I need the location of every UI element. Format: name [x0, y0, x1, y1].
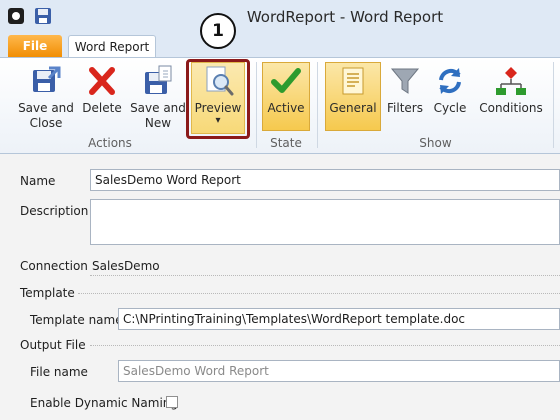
delete-label: Delete — [82, 101, 122, 115]
general-button[interactable]: General — [325, 64, 381, 116]
tab-word-report[interactable]: Word Report — [68, 35, 156, 59]
conditions-flowchart-icon — [496, 67, 526, 95]
template-name-label: Template name — [30, 313, 123, 327]
group-label-actions: Actions — [88, 136, 132, 150]
funnel-icon — [390, 68, 420, 94]
active-button[interactable]: Active — [262, 64, 310, 116]
output-file-section-divider — [90, 345, 560, 346]
output-file-section-title: Output File — [20, 338, 86, 352]
template-section-title: Template — [20, 286, 75, 300]
group-label-show: Show — [419, 136, 452, 150]
name-label: Name — [20, 174, 56, 188]
connection-value[interactable]: SalesDemo — [92, 259, 160, 273]
connection-label: Connection — [20, 259, 88, 273]
general-document-icon — [342, 67, 364, 95]
description-field[interactable] — [90, 199, 560, 245]
save-new-label-1: Save and — [130, 101, 186, 115]
template-section-divider — [78, 293, 560, 294]
save-and-new-button[interactable]: Save and New — [128, 64, 188, 131]
group-separator — [256, 62, 257, 148]
conditions-button[interactable]: Conditions — [476, 64, 546, 116]
filters-button[interactable]: Filters — [383, 64, 427, 116]
save-close-icon — [33, 66, 61, 92]
file-name-field[interactable]: SalesDemo Word Report — [118, 360, 560, 382]
cycle-label: Cycle — [433, 101, 467, 115]
title-bar: WordReport - Word Report — [0, 0, 560, 32]
group-label-state: State — [270, 136, 302, 150]
delete-button[interactable]: Delete — [78, 64, 126, 116]
group-separator — [317, 62, 318, 148]
step-callout: 1 — [200, 13, 236, 49]
enable-dynamic-naming-label: Enable Dynamic Naming — [30, 396, 179, 410]
save-and-close-button[interactable]: Save and Close — [14, 64, 78, 131]
save-new-label-2: New — [144, 116, 172, 130]
cycle-arrows-icon — [439, 68, 461, 94]
checkmark-icon — [271, 68, 301, 93]
cycle-button[interactable]: Cycle — [428, 64, 472, 116]
delete-x-icon — [89, 67, 115, 95]
file-name-label: File name — [30, 365, 88, 379]
ribbon-tab-row: File Word Report — [0, 32, 560, 59]
general-label: General — [329, 101, 377, 115]
connection-underline — [90, 275, 560, 276]
preview-highlight-frame — [186, 59, 250, 139]
name-field[interactable]: SalesDemo Word Report — [90, 169, 560, 191]
active-label: Active — [267, 101, 305, 115]
save-close-label-1: Save and — [18, 101, 74, 115]
conditions-label: Conditions — [479, 101, 543, 115]
tab-file[interactable]: File — [8, 35, 62, 58]
group-separator — [553, 62, 554, 148]
template-name-field[interactable]: C:\NPrintingTraining\Templates\WordRepor… — [118, 308, 560, 330]
save-new-icon — [145, 65, 172, 94]
window-title: WordReport - Word Report — [246, 8, 444, 26]
save-close-label-2: Close — [29, 116, 63, 130]
enable-dynamic-naming-checkbox[interactable] — [166, 396, 178, 408]
filters-label: Filters — [387, 101, 423, 115]
description-label: Description — [20, 204, 89, 218]
